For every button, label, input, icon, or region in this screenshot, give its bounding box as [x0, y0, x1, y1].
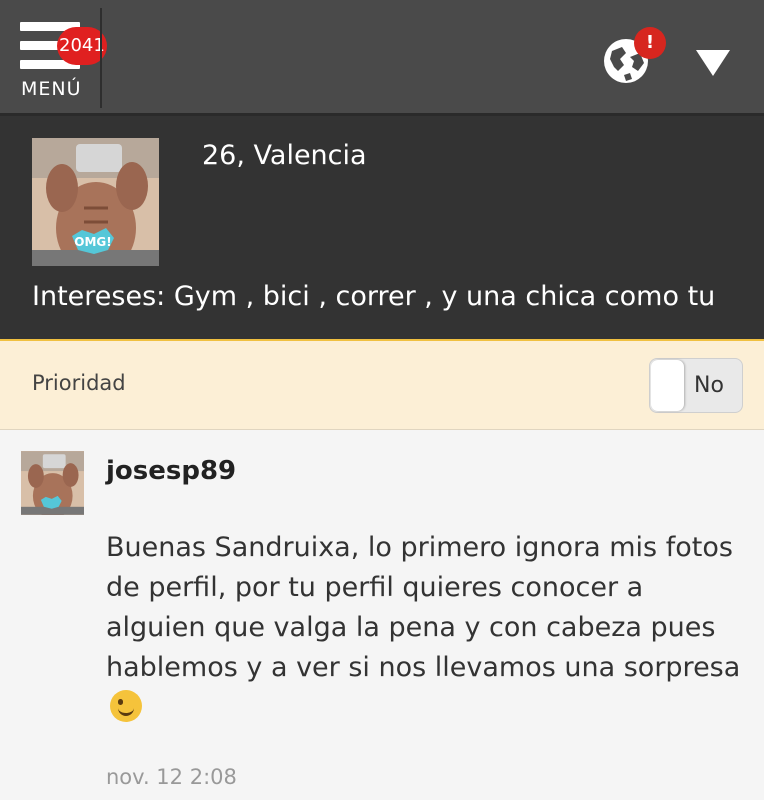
profile-photo[interactable]: OMG!: [32, 138, 159, 266]
priority-label: Prioridad: [32, 371, 126, 395]
profile-age-city: 26, Valencia: [202, 140, 367, 171]
toggle-knob: [651, 360, 684, 411]
message-body: Buenas Sandruixa, lo primero ignora mis …: [106, 528, 746, 728]
toggle-value: No: [694, 373, 724, 398]
menu-button[interactable]: 2041 MENÚ: [0, 0, 107, 113]
winking-face-icon: [110, 690, 142, 722]
menu-label: MENÚ: [21, 78, 82, 100]
profile-header: OMG! 26, Valencia Intereses: Gym , bici …: [0, 113, 764, 339]
message-item: josesp89 Buenas Sandruixa, lo primero ig…: [0, 430, 764, 800]
profile-interests: Intereses: Gym , bici , correr , y una c…: [32, 281, 716, 312]
top-bar: 2041 MENÚ !: [0, 0, 764, 113]
sender-avatar[interactable]: [21, 451, 84, 515]
message-text: Buenas Sandruixa, lo primero ignora mis …: [106, 532, 741, 683]
priority-row: Prioridad No: [0, 339, 764, 430]
sender-username[interactable]: josesp89: [106, 456, 236, 486]
omg-sticker: OMG!: [74, 235, 111, 249]
chevron-down-icon[interactable]: [696, 50, 730, 76]
notification-badge: !: [634, 27, 666, 59]
message-timestamp: nov. 12 2:08: [106, 765, 237, 789]
menu-divider: [100, 8, 102, 108]
priority-toggle[interactable]: No: [649, 358, 743, 413]
